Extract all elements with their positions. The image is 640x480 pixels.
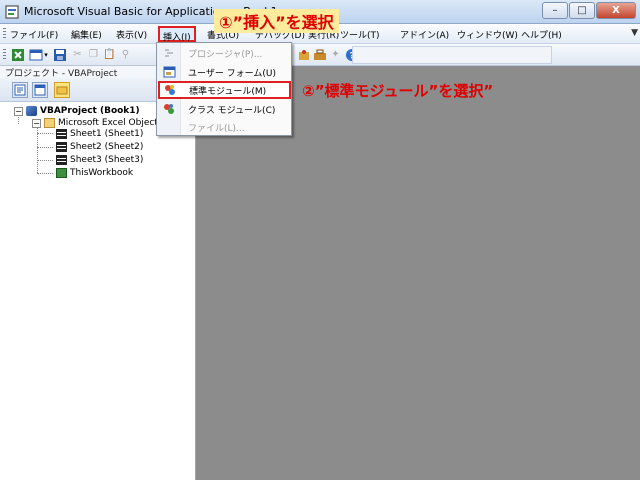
menu-item-label: ファイル(L)... <box>188 123 245 134</box>
copy-icon[interactable]: ❐ <box>86 47 101 62</box>
object-browser-icon[interactable] <box>296 47 311 62</box>
worksheet-icon <box>56 142 67 152</box>
excel-view-icon[interactable] <box>10 47 25 62</box>
tree-node-sheet3[interactable]: Sheet3 (Sheet3) <box>56 154 143 166</box>
toolbar-position-field <box>352 46 552 64</box>
standard-toolbar: ▾ ✂ ❐ 📋 ⚲ ✦ ? <box>0 44 640 66</box>
userform-icon <box>162 65 176 79</box>
toggle-folders-icon[interactable] <box>54 82 70 98</box>
maximize-button[interactable]: □ <box>569 2 595 19</box>
worksheet-icon <box>56 155 67 165</box>
find-icon[interactable]: ⚲ <box>118 47 133 62</box>
menu-addins[interactable]: アドイン(A) <box>400 28 449 41</box>
tree-connector <box>37 133 53 134</box>
tree-connector <box>37 147 53 148</box>
menu-item-userform[interactable]: ユーザー フォーム(U) <box>159 63 290 81</box>
view-object-icon[interactable] <box>32 82 48 98</box>
tree-node-sheet2[interactable]: Sheet2 (Sheet2) <box>56 141 143 153</box>
tree-node-label: Sheet3 (Sheet3) <box>70 155 144 165</box>
toolbar-grip[interactable] <box>3 49 6 61</box>
tree-node-vbaproject[interactable]: − VBAProject (Book1) <box>14 105 140 117</box>
tree-node-thisworkbook[interactable]: ThisWorkbook <box>56 167 133 179</box>
paste-icon[interactable]: 📋 <box>102 47 117 62</box>
minimize-button[interactable]: – <box>542 2 568 19</box>
annotation-step2: ②”標準モジュール”を選択” <box>302 82 494 100</box>
cut-icon[interactable]: ✂ <box>70 47 85 62</box>
tree-connector <box>37 160 53 161</box>
menu-item-label: ユーザー フォーム(U) <box>188 68 277 79</box>
vba-app-icon <box>5 5 19 19</box>
menu-item-label: クラス モジュール(C) <box>188 105 276 116</box>
project-tree: − VBAProject (Book1) − Microsoft Excel O… <box>0 102 196 480</box>
procedure-icon <box>162 46 176 60</box>
menu-item-file[interactable]: ファイル(L)... <box>159 118 290 136</box>
menu-window[interactable]: ウィンドウ(W) <box>457 28 518 41</box>
tree-node-label: ThisWorkbook <box>70 168 134 178</box>
menu-item-standard-module[interactable]: 標準モジュール(M) <box>158 81 291 99</box>
menu-item-procedure[interactable]: プロシージャ(P)... <box>159 44 290 62</box>
file-icon <box>162 120 176 134</box>
toolbox-icon[interactable] <box>312 47 327 62</box>
menu-edit[interactable]: 編集(E) <box>71 28 102 41</box>
tree-connector <box>37 173 53 174</box>
menu-help[interactable]: ヘルプ(H) <box>521 28 562 41</box>
view-code-icon[interactable] <box>12 82 28 98</box>
menu-file[interactable]: ファイル(F) <box>10 28 58 41</box>
vba-project-icon <box>26 106 37 116</box>
menubar-options-icon[interactable]: ▼ <box>631 28 638 38</box>
class-module-icon <box>162 102 176 116</box>
properties-icon[interactable]: ✦ <box>328 47 343 62</box>
collapse-icon[interactable]: − <box>32 118 41 128</box>
insert-dropdown-icon[interactable]: ▾ <box>42 47 50 62</box>
tree-node-label: Sheet2 (Sheet2) <box>70 142 144 152</box>
menu-insert[interactable]: 挿入(I) <box>158 26 196 43</box>
tree-node-label: Sheet1 (Sheet1) <box>70 129 144 139</box>
menu-item-class-module[interactable]: クラス モジュール(C) <box>159 100 290 118</box>
window-controls: – □ X <box>541 2 636 19</box>
insert-userform-icon[interactable] <box>28 47 43 62</box>
insert-menu-dropdown: プロシージャ(P)... ユーザー フォーム(U) 標準モジュール(M) クラス… <box>156 42 292 136</box>
menu-view[interactable]: 表示(V) <box>116 28 147 41</box>
tree-node-label: Microsoft Excel Objects <box>58 118 163 128</box>
workbook-icon <box>56 168 67 178</box>
tree-node-label: VBAProject (Book1) <box>40 106 140 116</box>
menu-item-label: プロシージャ(P)... <box>188 49 263 60</box>
menu-tools[interactable]: ツール(T) <box>340 28 380 41</box>
worksheet-icon <box>56 129 67 139</box>
menubar-grip[interactable] <box>3 28 6 40</box>
menu-item-label: 標準モジュール(M) <box>189 86 267 97</box>
tree-node-sheet1[interactable]: Sheet1 (Sheet1) <box>56 128 143 140</box>
module-icon <box>163 83 177 97</box>
collapse-icon[interactable]: − <box>14 106 23 116</box>
save-icon[interactable] <box>52 47 67 62</box>
annotation-step1: ①”挿入”を選択 <box>214 9 339 33</box>
folder-icon <box>44 118 55 128</box>
close-button[interactable]: X <box>596 2 636 19</box>
